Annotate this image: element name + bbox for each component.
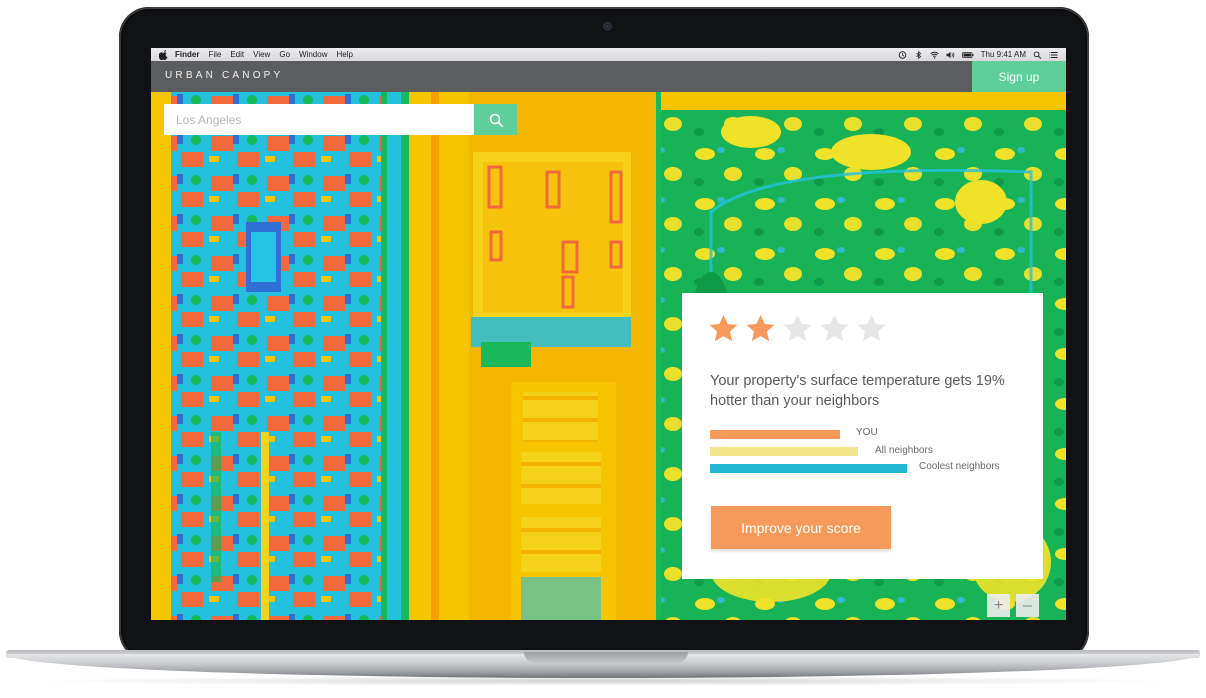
bluetooth-icon[interactable] (914, 50, 923, 59)
menu-file[interactable]: File (208, 50, 221, 59)
score-headline: Your property's surface temperature gets… (710, 373, 1005, 409)
notification-center-icon[interactable] (1049, 51, 1058, 59)
laptop-notch (524, 652, 688, 663)
menu-edit[interactable]: Edit (230, 50, 244, 59)
bar-coolest-neighbors (710, 464, 907, 473)
star-empty-icon (857, 314, 886, 342)
score-card: Your property's surface temperature gets… (682, 293, 1043, 579)
improve-score-button[interactable]: Improve your score (711, 506, 891, 549)
menu-go[interactable]: Go (279, 50, 290, 59)
star-empty-icon (783, 314, 812, 342)
zoom-in-button[interactable]: + (987, 594, 1010, 617)
star-filled-icon (746, 314, 775, 342)
search-button[interactable] (474, 104, 517, 135)
volume-icon[interactable] (946, 51, 955, 59)
app-header: URBAN CANOPY Sign up (151, 61, 1066, 92)
menu-finder[interactable]: Finder (175, 50, 199, 59)
bar-all-neighbors-label: All neighbors (875, 445, 933, 456)
apple-icon[interactable] (159, 49, 169, 60)
menu-view[interactable]: View (253, 50, 270, 59)
battery-icon[interactable] (961, 51, 974, 59)
star-filled-icon (709, 314, 738, 342)
bar-all-neighbors (710, 447, 858, 456)
wifi-icon[interactable] (929, 51, 939, 59)
bar-coolest-neighbors-label: Coolest neighbors (919, 461, 1000, 472)
menu-window[interactable]: Window (299, 50, 327, 59)
star-empty-icon (820, 314, 849, 342)
zoom-out-button[interactable]: – (1016, 594, 1039, 617)
search-input[interactable] (164, 104, 474, 135)
menu-help[interactable]: Help (336, 50, 352, 59)
bar-you (710, 430, 840, 439)
mac-menubar: Finder File Edit View Go Window Help Thu… (151, 48, 1066, 61)
location-search (164, 104, 517, 135)
search-icon (489, 113, 503, 127)
time-machine-icon[interactable] (898, 50, 907, 59)
menubar-tray: Thu 9:41 AM (898, 50, 1058, 59)
bar-you-label: YOU (856, 427, 878, 438)
signup-button[interactable]: Sign up (972, 61, 1066, 92)
menubar-clock[interactable]: Thu 9:41 AM (981, 50, 1026, 59)
spotlight-icon[interactable] (1033, 50, 1042, 59)
brand-logo[interactable]: URBAN CANOPY (165, 70, 283, 81)
webcam (603, 22, 612, 31)
star-rating (708, 313, 887, 344)
screen: Finder File Edit View Go Window Help Thu… (151, 48, 1066, 620)
